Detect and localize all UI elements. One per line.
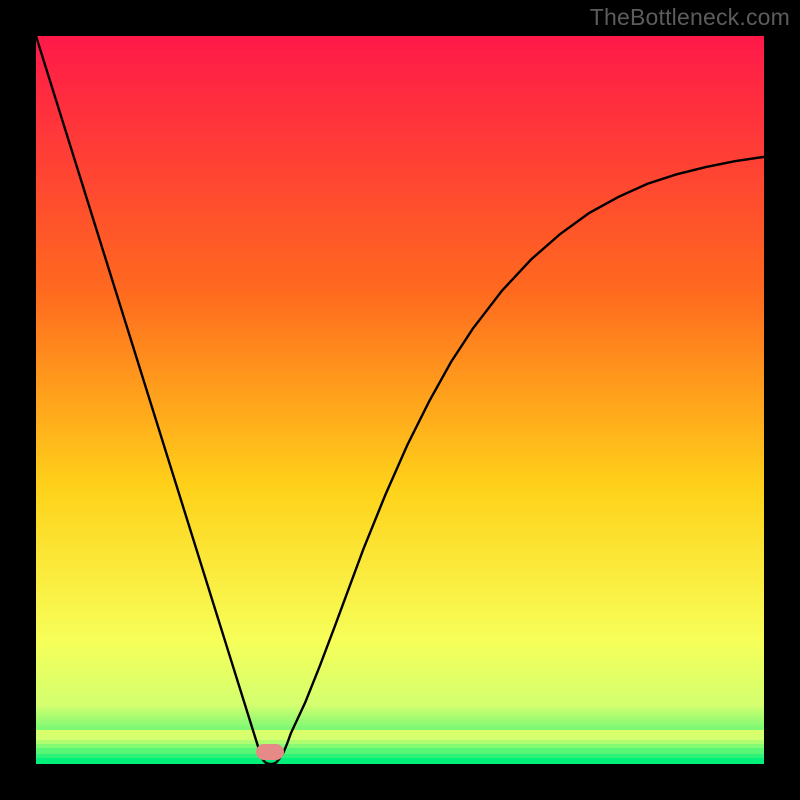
chart-frame: TheBottleneck.com	[0, 0, 800, 800]
watermark-text: TheBottleneck.com	[590, 4, 790, 31]
plot-area	[36, 36, 764, 764]
sweet-spot-marker	[256, 744, 284, 760]
bottleneck-curve	[36, 36, 764, 764]
